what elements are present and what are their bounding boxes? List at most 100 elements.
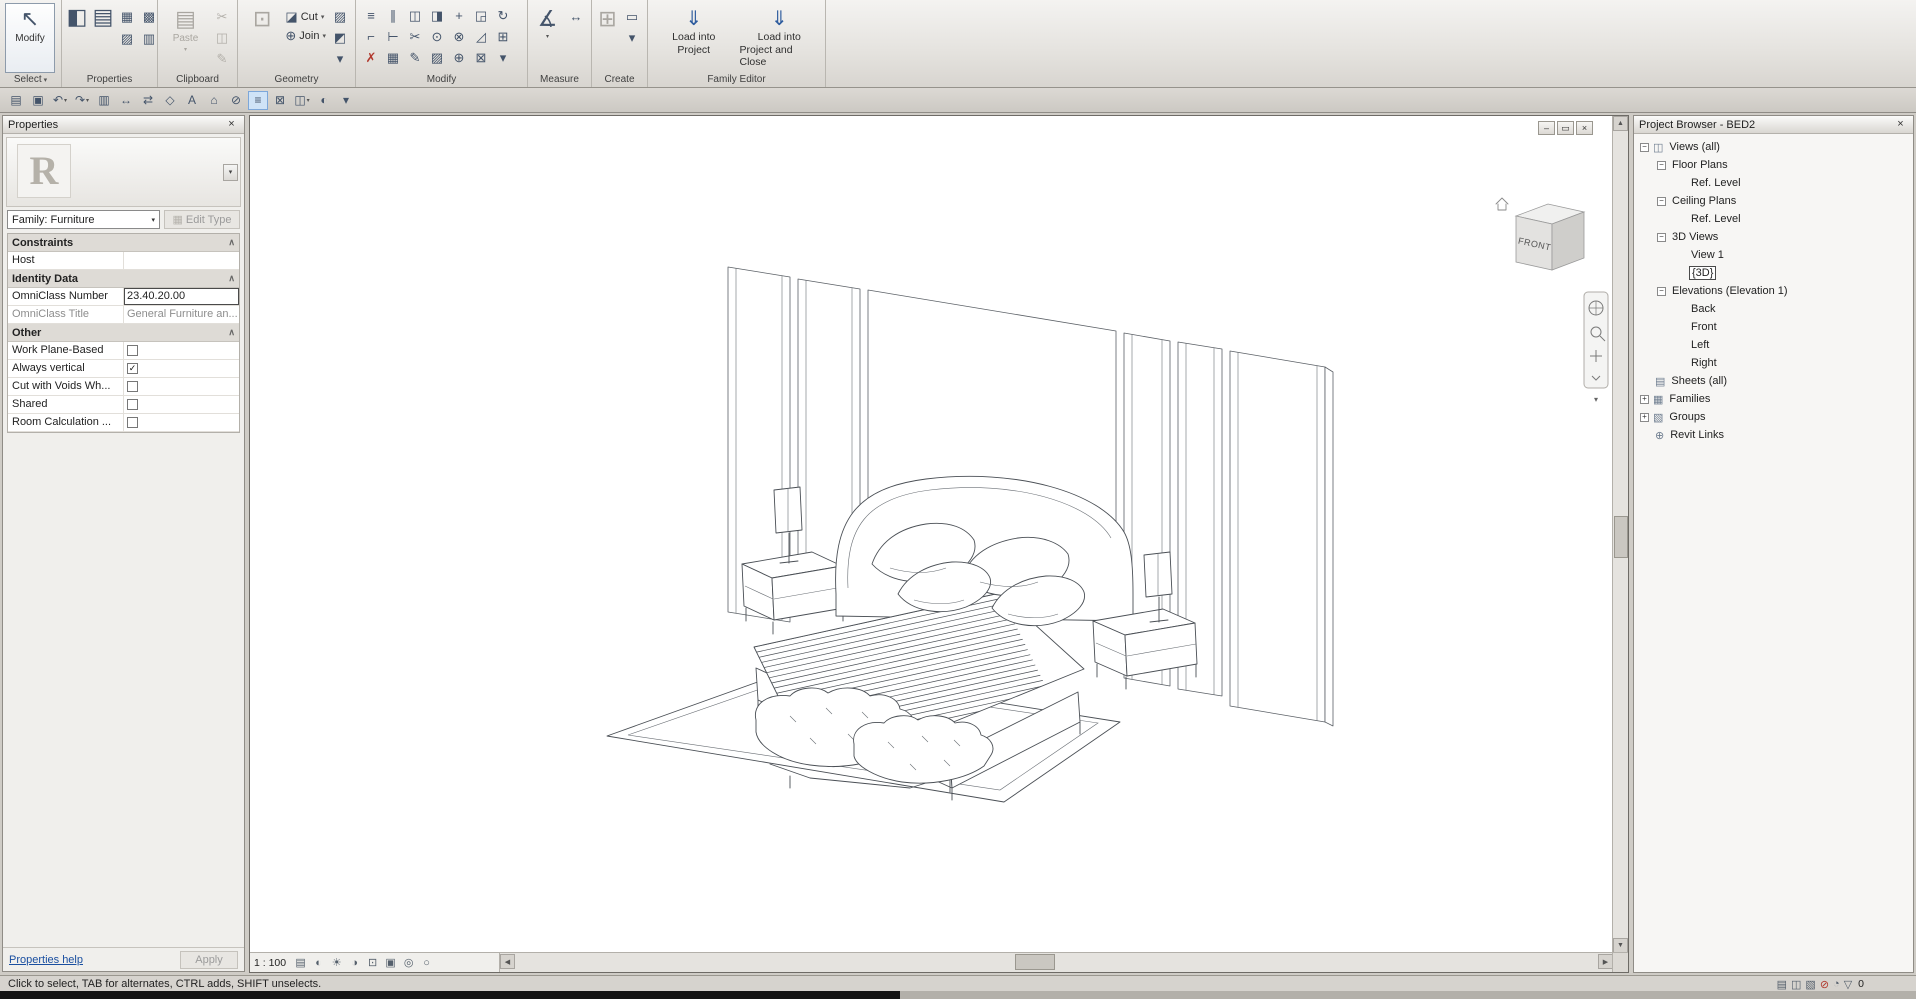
property-value-shared[interactable] [124, 396, 239, 413]
family-parameters-icon[interactable]: ▩ [139, 7, 159, 26]
tree-item-label[interactable]: Elevations (Elevation 1) [1670, 285, 1790, 297]
checkbox-checked-icon[interactable]: ✓ [127, 363, 138, 374]
tree-item-label[interactable]: Families [1667, 393, 1712, 405]
default-3d-view-icon[interactable]: ⌂ [204, 91, 224, 110]
trim-corner-icon[interactable]: ⌐ [361, 27, 381, 46]
properties-help-link[interactable]: Properties help [9, 954, 83, 966]
tag-by-category-icon[interactable]: ◇ [160, 91, 180, 110]
family-types-icon[interactable]: ▤ [93, 4, 114, 29]
measure-icon[interactable]: ↔ [116, 91, 136, 110]
scroll-down-arrow[interactable]: ▼ [1613, 938, 1628, 953]
aligned-dimension-icon[interactable]: ↔ [566, 7, 586, 26]
property-value-room-calculation[interactable] [124, 414, 239, 431]
tree-item-label[interactable]: Views (all) [1667, 141, 1722, 153]
collapse-section-icon[interactable]: ∧ [228, 273, 235, 284]
tree-item-right[interactable]: Right [1634, 354, 1913, 372]
panel-label-create[interactable]: Create [592, 74, 647, 86]
modify-button[interactable]: ↖ Modify [5, 3, 55, 73]
tree-item-ceiling-plans[interactable]: − Ceiling Plans [1634, 192, 1913, 210]
detail-level-icon[interactable]: ▤ [292, 955, 309, 971]
collapse-section-icon[interactable]: ∧ [228, 327, 235, 338]
measure-button[interactable]: ∡ ▾ [533, 3, 562, 73]
tree-item-groups[interactable]: + ▧ Groups [1634, 408, 1913, 426]
tree-item-label[interactable]: Sheets (all) [1669, 375, 1729, 387]
thin-lines-icon[interactable]: ≡ [248, 90, 268, 110]
crop-view-icon[interactable]: ⊡ [364, 955, 381, 971]
pin-icon[interactable]: ⊙ [427, 27, 447, 46]
tree-item-label[interactable]: Ref. Level [1689, 213, 1743, 225]
tree-item-label[interactable]: Revit Links [1668, 429, 1726, 441]
close-icon[interactable]: × [1893, 118, 1908, 132]
properties-titlebar[interactable]: Properties × [3, 116, 244, 134]
project-browser-titlebar[interactable]: Project Browser - BED2 × [1634, 116, 1913, 134]
panel-label-properties[interactable]: Properties [62, 74, 157, 86]
tree-item-families[interactable]: + ▦ Families [1634, 390, 1913, 408]
viewcube-home-icon[interactable] [1495, 197, 1509, 211]
section-header-constraints[interactable]: Constraints ∧ [8, 234, 239, 252]
checkbox-icon[interactable] [127, 345, 138, 356]
reveal-hidden-elements-icon[interactable]: ○ [418, 955, 435, 971]
property-value-work-plane-based[interactable] [124, 342, 239, 359]
horizontal-scroll-thumb[interactable] [1015, 954, 1055, 970]
void-forms-button[interactable]: ⊡ [243, 3, 281, 73]
tree-item-label[interactable]: Front [1689, 321, 1719, 333]
tree-item-views-all[interactable]: − ◫ Views (all) [1634, 138, 1913, 156]
tree-item-label[interactable]: Right [1689, 357, 1719, 369]
taskbar[interactable] [0, 991, 900, 999]
property-value-always-vertical[interactable]: ✓ [124, 360, 239, 377]
open-icon[interactable]: ▤ [6, 91, 26, 110]
split-face-icon[interactable]: ◩ [330, 28, 350, 47]
create-button[interactable]: ⊞ [597, 3, 618, 73]
match-type-icon[interactable]: ✎ [212, 49, 232, 68]
tree-item-ref-level[interactable]: Ref. Level [1634, 210, 1913, 228]
shadows-icon[interactable]: ◑ [346, 955, 363, 971]
panel-label-select[interactable]: Select ▾ [0, 74, 61, 86]
viewcube[interactable]: FRONT [1495, 197, 1586, 271]
tree-item-back[interactable]: Back [1634, 300, 1913, 318]
join-icon[interactable]: ⊕ [449, 48, 469, 67]
temporary-hide-isolate-icon[interactable]: ◎ [400, 955, 417, 971]
collapse-icon[interactable]: − [1657, 232, 1666, 242]
tree-item-label[interactable]: {3D} [1689, 266, 1717, 280]
exclude-options-icon[interactable]: ⊘ [1820, 978, 1829, 991]
visibility-settings-icon[interactable]: ▥ [139, 29, 159, 48]
section-header-identity-data[interactable]: Identity Data ∧ [8, 270, 239, 288]
type-selector-combobox[interactable]: Family: Furniture ▾ [7, 210, 160, 229]
property-value-omniclass-number[interactable]: 23.40.20.00 [124, 288, 239, 305]
tree-item-label[interactable]: Back [1689, 303, 1717, 315]
sun-settings-icon[interactable]: ☀ [328, 955, 345, 971]
match-properties-icon[interactable]: ✎ [405, 48, 425, 67]
close-inactive-windows-icon[interactable]: ⊠ [270, 91, 290, 110]
create-options-icon[interactable]: ▾ [622, 28, 642, 47]
visual-style-icon[interactable]: ◐ [314, 91, 334, 110]
editable-only-icon[interactable]: ▧ [1805, 978, 1815, 991]
scroll-right-arrow[interactable]: ▶ [1598, 954, 1613, 969]
vertical-scrollbar[interactable]: ▲ ▼ [1612, 116, 1628, 953]
print-icon[interactable]: ▥ [94, 91, 114, 110]
load-into-project-and-close-button[interactable]: ⇓ Load into Project and Close [739, 3, 821, 73]
background-processes-icon[interactable]: ◔ [1833, 978, 1840, 990]
more-tools-icon[interactable]: ▾ [493, 48, 513, 67]
mirror-draw-axis-icon[interactable]: ◨ [427, 6, 447, 25]
show-crop-region-icon[interactable]: ▣ [382, 955, 399, 971]
collapse-section-icon[interactable]: ∧ [228, 237, 235, 248]
tree-item-label[interactable]: 3D Views [1670, 231, 1720, 243]
tree-item-3d[interactable]: {3D} [1634, 264, 1913, 282]
scroll-up-arrow[interactable]: ▲ [1613, 116, 1628, 131]
tree-item-left[interactable]: Left [1634, 336, 1913, 354]
move-icon[interactable]: + [449, 6, 469, 25]
paint-tool-icon[interactable]: ▨ [427, 48, 447, 67]
property-value-cut-with-voids-wh[interactable] [124, 378, 239, 395]
tree-item-revit-links[interactable]: ⊕ Revit Links [1634, 426, 1913, 444]
tree-item-3d-views[interactable]: −3D Views [1634, 228, 1913, 246]
cut-icon[interactable]: ✂ [212, 7, 232, 26]
join-geometry-button[interactable]: ⊕ Join ▾ [285, 28, 326, 44]
horizontal-scrollbar[interactable]: ◀ ▶ [500, 953, 1613, 972]
expand-icon[interactable]: + [1640, 412, 1649, 422]
design-options-icon[interactable]: ◫ [1791, 978, 1801, 991]
tree-item-label[interactable]: Left [1689, 339, 1711, 351]
panel-label-measure[interactable]: Measure [528, 74, 591, 86]
vertical-scroll-thumb[interactable] [1614, 516, 1628, 558]
tree-item-label[interactable]: Floor Plans [1670, 159, 1730, 171]
restore-view-icon[interactable]: ▭ [1557, 121, 1574, 135]
